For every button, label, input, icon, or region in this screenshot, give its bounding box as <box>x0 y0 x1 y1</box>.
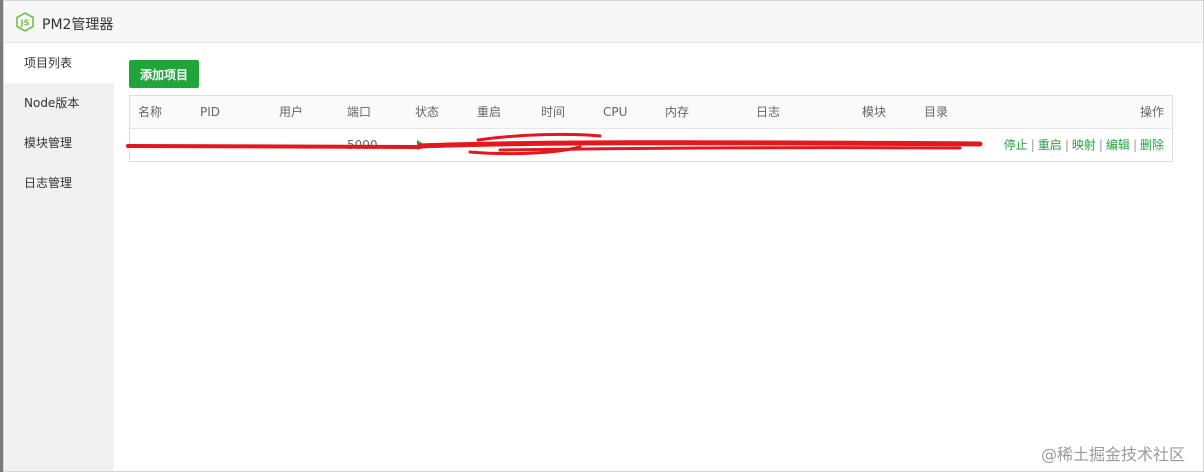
pm2-manager-dialog: JS PM2管理器 项目列表 Node版本 模块管理 日志管理 添加项目 名称 … <box>3 0 1204 472</box>
play-icon <box>417 140 425 150</box>
port-cell: 5000 <box>347 138 378 152</box>
column-header-port: 端口 <box>347 105 372 119</box>
project-table: 名称 PID 用户 端口 状态 重启 时间 CPU 内存 日志 模块 目录 操作… <box>129 95 1173 162</box>
sidebar: 项目列表 Node版本 模块管理 日志管理 <box>4 43 114 471</box>
add-project-button[interactable]: 添加项目 <box>129 60 199 88</box>
column-header-restart: 重启 <box>477 105 502 119</box>
column-header-time: 时间 <box>541 105 566 119</box>
edit-link[interactable]: 编辑 <box>1106 138 1130 152</box>
delete-link[interactable]: 删除 <box>1140 138 1164 152</box>
sidebar-item-project-list[interactable]: 项目列表 <box>4 43 114 83</box>
sidebar-item-module-management[interactable]: 模块管理 <box>4 123 114 163</box>
svg-text:JS: JS <box>20 19 30 28</box>
column-header-module: 模块 <box>862 105 887 119</box>
sidebar-item-node-version[interactable]: Node版本 <box>4 83 114 123</box>
title-bar: JS PM2管理器 <box>4 1 1203 43</box>
row-actions: 停止 | 重启 | 映射 | 编辑 | 删除 <box>1003 138 1164 152</box>
table-header: 名称 PID 用户 端口 状态 重启 时间 CPU 内存 日志 模块 目录 操作 <box>130 96 1172 129</box>
column-header-name: 名称 <box>138 105 163 119</box>
sidebar-item-log-management[interactable]: 日志管理 <box>4 163 114 203</box>
column-header-memory: 内存 <box>665 105 690 119</box>
window-title: PM2管理器 <box>42 17 114 33</box>
column-header-user: 用户 <box>279 105 304 119</box>
column-header-actions: 操作 <box>1139 105 1164 119</box>
column-header-log: 日志 <box>756 105 781 119</box>
restart-link[interactable]: 重启 <box>1038 138 1062 152</box>
nodejs-icon: JS <box>16 12 34 32</box>
watermark: @稀土掘金技术社区 <box>1040 445 1185 464</box>
column-header-cpu: CPU <box>603 105 628 119</box>
column-header-status: 状态 <box>415 105 440 119</box>
table-row: 5000 停止 | 重启 | 映射 | 编辑 | 删除 <box>130 129 1172 161</box>
main-panel: 添加项目 名称 PID 用户 端口 状态 重启 时间 CPU 内存 日志 模块 … <box>114 43 1203 471</box>
stop-link[interactable]: 停止 <box>1004 138 1028 152</box>
map-link[interactable]: 映射 <box>1072 138 1096 152</box>
column-header-pid: PID <box>200 105 221 119</box>
column-header-directory: 目录 <box>924 105 949 119</box>
